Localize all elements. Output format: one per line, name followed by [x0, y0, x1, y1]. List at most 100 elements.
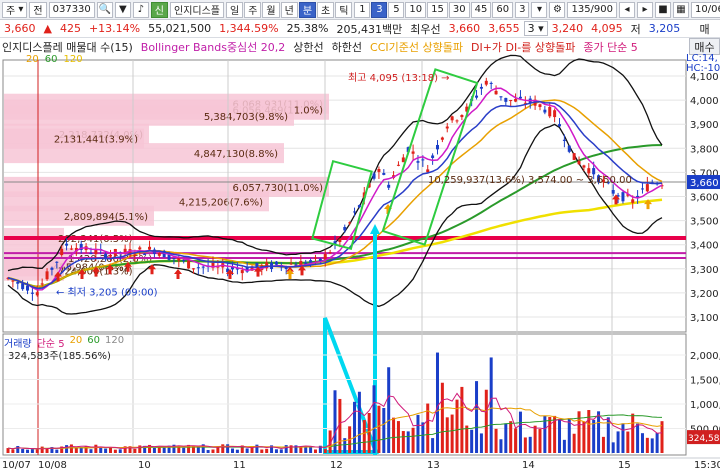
legend-item[interactable]: 하한선 — [332, 39, 362, 54]
candle-body — [499, 96, 503, 98]
price-tick-label: 3,600 — [690, 193, 719, 204]
interval-button[interactable]: 10 — [405, 1, 427, 18]
volume-bar — [231, 448, 235, 453]
legend-item[interactable]: 상한선 — [293, 39, 323, 54]
ma-legend-item: 60 — [44, 54, 58, 65]
volume-bar — [235, 449, 239, 453]
volume-bar — [104, 448, 108, 453]
time-tick-label: 11 — [233, 460, 246, 471]
high-annotation: 최고 4,095 (13:18) → — [348, 72, 450, 84]
volume-bar — [514, 428, 518, 453]
bid-price: 3,655 — [488, 22, 520, 35]
favorite-icon[interactable]: ▼ — [114, 1, 131, 18]
scroll-left-icon[interactable]: ◂ — [619, 1, 636, 18]
volume-bar — [265, 448, 269, 453]
interval-input[interactable]: 3 — [515, 1, 530, 18]
volume-bar — [465, 425, 469, 453]
interval-button[interactable]: 3 — [371, 1, 388, 18]
price-tick-label: 3,100 — [690, 313, 719, 324]
chart-canvas[interactable]: 4,1004,0003,9003,8003,7003,6003,5003,400… — [0, 0, 720, 473]
volume-bar — [221, 444, 225, 453]
count-value: 135/900 — [571, 4, 614, 15]
volume-bar — [626, 431, 630, 453]
interval-button[interactable]: 60 — [492, 1, 514, 18]
period-button[interactable]: 초 — [317, 1, 335, 18]
time-tick-label: 15 — [618, 460, 631, 471]
volume-bar — [274, 449, 278, 453]
candle-body — [377, 169, 381, 172]
time-tick-label: 12 — [330, 460, 343, 471]
current-price: 3,660 — [4, 22, 36, 35]
type-select[interactable]: 전 — [29, 1, 47, 18]
sound-icon[interactable]: ♪ — [132, 1, 149, 18]
base-price: 3,205 — [648, 22, 681, 35]
volume-bar — [211, 449, 215, 453]
market-select[interactable]: 주 ▾ — [2, 1, 28, 18]
volume-bar — [226, 444, 230, 453]
candle-body — [274, 261, 278, 265]
volume-tick-label: 1,500,000 — [690, 376, 720, 387]
candle-body — [201, 266, 205, 268]
calendar-icon[interactable]: ▦ — [673, 1, 690, 18]
stock-name: 인지디스플 — [170, 1, 224, 18]
candle-body — [553, 110, 557, 118]
period-button[interactable]: 년 — [280, 1, 298, 18]
candle-body — [435, 144, 439, 150]
volume-bar — [323, 449, 327, 453]
legend-item[interactable]: 인지디스플레 매물대 수(15) — [2, 39, 133, 54]
volume-bar — [484, 389, 488, 453]
interval-button[interactable]: 45 — [470, 1, 492, 18]
volume-bar — [640, 433, 644, 453]
legend-item[interactable]: DI+가 DI-를 상향돌파 — [471, 39, 575, 54]
interval-button[interactable]: 1 — [354, 1, 371, 18]
date-input[interactable]: 10/06 — [691, 1, 720, 18]
volume-bar — [26, 449, 30, 453]
price-tick-label: 4,000 — [690, 96, 719, 107]
period-button[interactable]: 틱 — [335, 1, 353, 18]
volume-bar — [16, 446, 20, 453]
candle-body — [426, 169, 430, 173]
search-icon[interactable]: 🔍 — [96, 1, 113, 18]
volume-bar — [455, 399, 459, 453]
volume-bar — [528, 436, 532, 453]
candle-body — [562, 139, 566, 141]
volume-bar — [431, 438, 435, 453]
ma-legend: 20 60 120 — [26, 54, 83, 65]
period-button[interactable]: 분 — [298, 1, 317, 18]
ma-legend-item: 20 — [26, 54, 39, 65]
period-button[interactable]: 월 — [262, 1, 280, 18]
settings-icon[interactable]: ⚙ — [549, 1, 566, 18]
interval-button[interactable]: 5 — [388, 1, 405, 18]
volume-bar — [11, 449, 15, 453]
interval-group: 1 3 5 10 15 30 45 60 — [354, 1, 514, 18]
volume-bar — [372, 385, 376, 453]
low-price: 3,240 — [551, 22, 584, 35]
candle-body — [611, 190, 615, 194]
candle-body — [514, 98, 518, 102]
time-tick-label: 13 — [427, 460, 440, 471]
period-select[interactable]: 3 ▾ — [523, 21, 548, 36]
interval-button[interactable]: 15 — [427, 1, 448, 18]
candle-body — [191, 268, 195, 270]
legend-item[interactable]: CCI기준선 상향돌파 — [370, 39, 463, 54]
volume-bar — [533, 425, 537, 453]
volume-bar — [382, 407, 386, 453]
candle-body — [460, 115, 464, 118]
scroll-right-icon[interactable]: ▸ — [637, 1, 654, 18]
candle-body — [133, 254, 137, 257]
chevron-down-icon[interactable]: ▾ — [531, 1, 548, 18]
lock-icon[interactable]: ■ — [655, 1, 672, 18]
period-button[interactable]: 주 — [244, 1, 262, 18]
credit-badge-label: 신 — [154, 6, 164, 17]
legend-item[interactable]: 종가 단순 5 — [583, 39, 637, 54]
period-button[interactable]: 일 — [226, 1, 244, 18]
interval-button[interactable]: 30 — [448, 1, 470, 18]
legend-item[interactable]: Bollinger Bands중심선 20,2 — [141, 39, 286, 54]
volume-bar — [460, 386, 464, 453]
volume-bar — [558, 419, 562, 453]
volume-bar — [108, 447, 112, 453]
sell-button[interactable]: 매 — [689, 20, 720, 37]
type-select-label: 전 — [33, 6, 43, 17]
volume-bar — [435, 352, 439, 453]
code-input[interactable]: 037330 — [48, 1, 95, 18]
